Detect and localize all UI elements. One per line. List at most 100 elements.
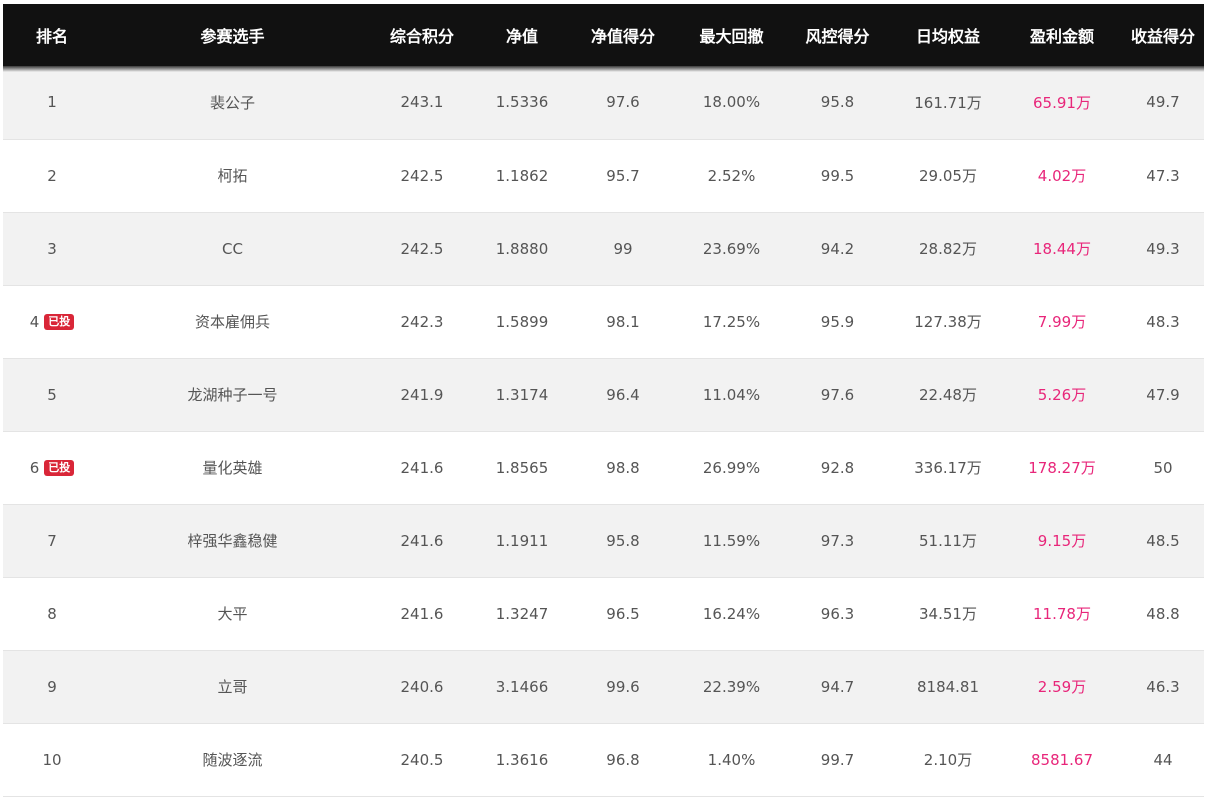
- table-row[interactable]: 1 裴公子 243.1 1.5336 97.6 18.00% 95.8 161.…: [3, 66, 1204, 140]
- contestant-name[interactable]: 柯拓: [101, 139, 364, 213]
- table-row[interactable]: 4 已投 资本雇佣兵 242.3 1.5899 98.1 17.25% 95.9…: [3, 285, 1204, 359]
- column-header-return-score[interactable]: 收益得分: [1122, 4, 1204, 66]
- rank-cell: 1: [3, 66, 101, 140]
- contestant-name[interactable]: 大平: [101, 577, 364, 651]
- table-row[interactable]: 7 梓强华鑫稳健 241.6 1.1911 95.8 11.59% 97.3 5…: [3, 504, 1204, 578]
- return-score: 46.3: [1122, 650, 1204, 724]
- risk-score: 97.3: [781, 504, 894, 578]
- nav-score: 98.1: [564, 285, 682, 359]
- avg-equity: 34.51万: [894, 577, 1002, 651]
- risk-score: 96.3: [781, 577, 894, 651]
- return-score: 50: [1122, 431, 1204, 505]
- max-drawdown: 18.00%: [682, 66, 781, 140]
- table-row[interactable]: 2 柯拓 242.5 1.1862 95.7 2.52% 99.5 29.05万…: [3, 139, 1204, 213]
- column-header-nav-score[interactable]: 净值得分: [564, 4, 682, 66]
- return-score: 48.3: [1122, 285, 1204, 359]
- profit-amount: 18.44万: [1002, 212, 1122, 286]
- avg-equity: 161.71万: [894, 66, 1002, 140]
- rank-number: 9: [47, 677, 57, 696]
- rank-cell: 10: [3, 723, 101, 797]
- max-drawdown: 11.59%: [682, 504, 781, 578]
- profit-amount: 2.59万: [1002, 650, 1122, 724]
- max-drawdown: 16.24%: [682, 577, 781, 651]
- column-header-nav[interactable]: 净值: [480, 4, 564, 66]
- profit-amount: 4.02万: [1002, 139, 1122, 213]
- profit-amount: 7.99万: [1002, 285, 1122, 359]
- rank-number: 1: [47, 93, 57, 112]
- nav-value: 1.5899: [480, 285, 564, 359]
- max-drawdown: 23.69%: [682, 212, 781, 286]
- rank-wrap: 7: [47, 532, 57, 550]
- contestant-name[interactable]: 裴公子: [101, 66, 364, 140]
- risk-score: 97.6: [781, 358, 894, 432]
- rank-number: 10: [42, 750, 62, 769]
- column-header-risk-score[interactable]: 风控得分: [781, 4, 894, 66]
- header-row: 排名 参赛选手 综合积分 净值 净值得分 最大回撤 风控得分 日均权益 盈利金额…: [3, 4, 1204, 66]
- max-drawdown: 1.40%: [682, 723, 781, 797]
- rank-cell: 7: [3, 504, 101, 578]
- leaderboard: 排名 参赛选手 综合积分 净值 净值得分 最大回撤 风控得分 日均权益 盈利金额…: [3, 4, 1204, 798]
- avg-equity: 29.05万: [894, 139, 1002, 213]
- table-row[interactable]: 9 立哥 240.6 3.1466 99.6 22.39% 94.7 8184.…: [3, 650, 1204, 724]
- nav-score: 99: [564, 212, 682, 286]
- column-header-rank[interactable]: 排名: [3, 4, 101, 66]
- column-header-profit[interactable]: 盈利金额: [1002, 4, 1122, 66]
- rank-number: 5: [47, 385, 57, 404]
- nav-value: 1.8880: [480, 212, 564, 286]
- rank-cell: 5: [3, 358, 101, 432]
- total-score: 242.5: [364, 139, 480, 213]
- contestant-name[interactable]: 梓强华鑫稳健: [101, 504, 364, 578]
- contestant-name[interactable]: 量化英雄: [101, 431, 364, 505]
- return-score: 47.3: [1122, 139, 1204, 213]
- rank-wrap: 2: [47, 167, 57, 185]
- nav-value: 3.1466: [480, 650, 564, 724]
- nav-value: 1.3616: [480, 723, 564, 797]
- table-row[interactable]: 6 已投 量化英雄 241.6 1.8565 98.8 26.99% 92.8 …: [3, 431, 1204, 505]
- return-score: 49.7: [1122, 66, 1204, 140]
- avg-equity: 127.38万: [894, 285, 1002, 359]
- table-body: 1 裴公子 243.1 1.5336 97.6 18.00% 95.8 161.…: [3, 66, 1204, 797]
- rank-cell: 4 已投: [3, 285, 101, 359]
- avg-equity: 2.10万: [894, 723, 1002, 797]
- total-score: 241.6: [364, 577, 480, 651]
- nav-score: 98.8: [564, 431, 682, 505]
- contestant-name[interactable]: 随波逐流: [101, 723, 364, 797]
- contestant-name[interactable]: CC: [101, 212, 364, 286]
- total-score: 240.6: [364, 650, 480, 724]
- rank-wrap: 4 已投: [30, 313, 75, 331]
- rank-cell: 6 已投: [3, 431, 101, 505]
- total-score: 241.9: [364, 358, 480, 432]
- contestant-name[interactable]: 资本雇佣兵: [101, 285, 364, 359]
- rank-wrap: 9: [47, 678, 57, 696]
- table-row[interactable]: 8 大平 241.6 1.3247 96.5 16.24% 96.3 34.51…: [3, 577, 1204, 651]
- contestant-name[interactable]: 龙湖种子一号: [101, 358, 364, 432]
- rank-wrap: 10: [42, 751, 61, 769]
- profit-amount: 65.91万: [1002, 66, 1122, 140]
- contestant-name[interactable]: 立哥: [101, 650, 364, 724]
- table-header: 排名 参赛选手 综合积分 净值 净值得分 最大回撤 风控得分 日均权益 盈利金额…: [3, 4, 1204, 66]
- rank-cell: 3: [3, 212, 101, 286]
- column-header-avg-equity[interactable]: 日均权益: [894, 4, 1002, 66]
- nav-value: 1.3247: [480, 577, 564, 651]
- avg-equity: 22.48万: [894, 358, 1002, 432]
- total-score: 243.1: [364, 66, 480, 140]
- column-header-contestant[interactable]: 参赛选手: [101, 4, 364, 66]
- table-row[interactable]: 3 CC 242.5 1.8880 99 23.69% 94.2 28.82万 …: [3, 212, 1204, 286]
- nav-score: 96.5: [564, 577, 682, 651]
- table-row[interactable]: 5 龙湖种子一号 241.9 1.3174 96.4 11.04% 97.6 2…: [3, 358, 1204, 432]
- rank-number: 6: [29, 458, 40, 477]
- rank-cell: 2: [3, 139, 101, 213]
- table-row[interactable]: 10 随波逐流 240.5 1.3616 96.8 1.40% 99.7 2.1…: [3, 723, 1204, 797]
- column-header-total-score[interactable]: 综合积分: [364, 4, 480, 66]
- rank-wrap: 5: [47, 386, 57, 404]
- column-header-max-drawdown[interactable]: 最大回撤: [682, 4, 781, 66]
- return-score: 48.8: [1122, 577, 1204, 651]
- risk-score: 95.8: [781, 66, 894, 140]
- nav-score: 99.6: [564, 650, 682, 724]
- risk-score: 94.2: [781, 212, 894, 286]
- rank-number: 3: [47, 239, 57, 258]
- profit-amount: 8581.67: [1002, 723, 1122, 797]
- max-drawdown: 26.99%: [682, 431, 781, 505]
- profit-amount: 178.27万: [1002, 431, 1122, 505]
- total-score: 242.5: [364, 212, 480, 286]
